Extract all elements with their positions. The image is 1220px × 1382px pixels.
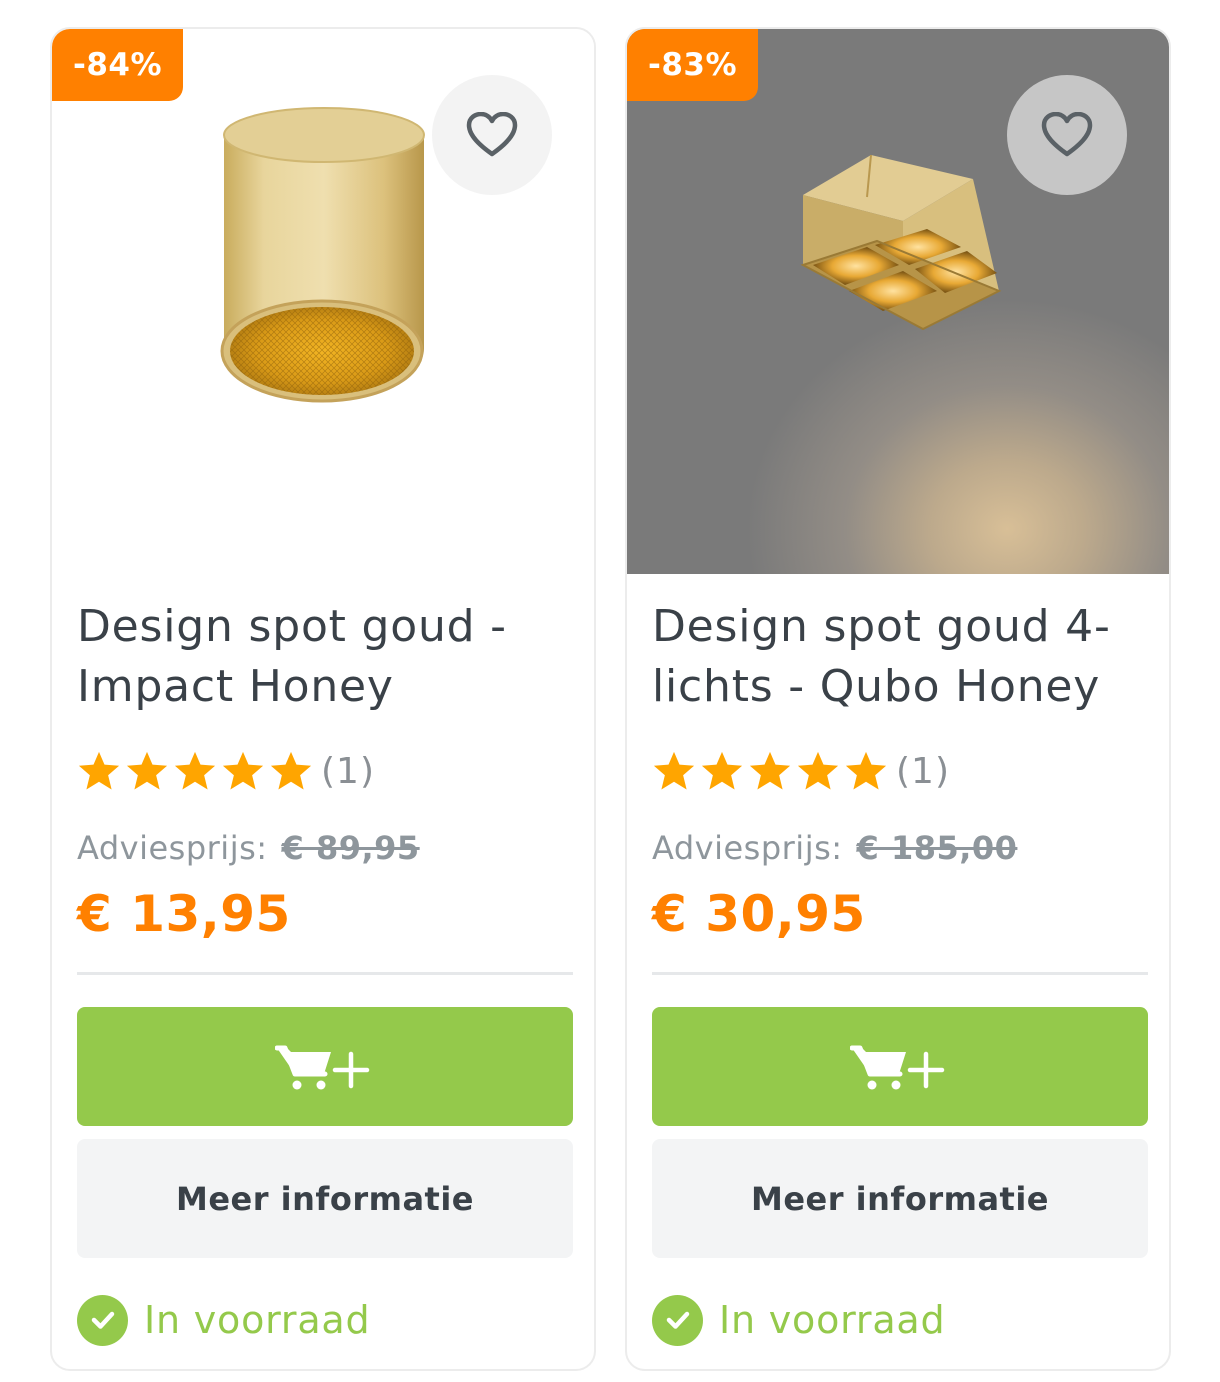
sale-price: € 13,95: [77, 885, 291, 943]
rating[interactable]: (1): [652, 747, 950, 795]
product-card[interactable]: -84% Design spot goud - Impact Honey (1): [50, 27, 596, 1371]
product-title-line: lichts - Qubo Honey: [652, 661, 1101, 712]
advice-price-label: Adviesprijs:: [77, 829, 268, 867]
sale-price: € 30,95: [652, 885, 866, 943]
check-icon: [652, 1294, 703, 1346]
discount-badge: -84%: [52, 29, 183, 101]
more-info-button[interactable]: Meer informatie: [652, 1139, 1148, 1258]
add-to-cart-button[interactable]: [77, 1007, 573, 1126]
star-icon: [653, 751, 695, 790]
star-rating: [652, 750, 888, 792]
product-card[interactable]: -83% Design spot goud 4- lichts - Qubo H…: [625, 27, 1171, 1371]
star-icon: [174, 751, 216, 790]
more-info-button[interactable]: Meer informatie: [77, 1139, 573, 1258]
divider: [652, 972, 1148, 975]
star-icon: [270, 751, 312, 790]
favorite-button[interactable]: [432, 75, 552, 195]
star-icon: [701, 751, 743, 790]
product-title-line: Design spot goud 4-: [652, 601, 1111, 652]
star-icon: [126, 751, 168, 790]
cart-plus-icon: [850, 1045, 945, 1089]
favorite-button[interactable]: [1007, 75, 1127, 195]
advice-price-value: € 89,95: [281, 829, 420, 867]
stock-status: In voorraad: [652, 1294, 945, 1346]
star-rating: [77, 750, 313, 792]
product-image[interactable]: -83%: [627, 29, 1169, 574]
product-image[interactable]: -84%: [52, 29, 594, 574]
review-count: (1): [896, 750, 950, 792]
advice-price: Adviesprijs: € 185,00: [652, 829, 1017, 867]
check-icon: [77, 1294, 128, 1346]
star-icon: [222, 751, 264, 790]
review-count: (1): [321, 750, 375, 792]
product-title-line: Design spot goud -: [77, 601, 507, 652]
rating[interactable]: (1): [77, 747, 375, 795]
heart-icon: [466, 112, 518, 157]
stock-label: In voorraad: [719, 1298, 946, 1342]
stock-label: In voorraad: [144, 1298, 371, 1342]
product-title[interactable]: Design spot goud - Impact Honey: [77, 597, 567, 717]
star-icon: [749, 751, 791, 790]
discount-badge: -83%: [627, 29, 758, 101]
heart-icon: [1041, 112, 1093, 157]
star-icon: [797, 751, 839, 790]
stock-status: In voorraad: [77, 1294, 370, 1346]
add-to-cart-button[interactable]: [652, 1007, 1148, 1126]
product-title[interactable]: Design spot goud 4- lichts - Qubo Honey: [652, 597, 1142, 717]
divider: [77, 972, 573, 975]
advice-price: Adviesprijs: € 89,95: [77, 829, 420, 867]
cart-plus-icon: [275, 1045, 370, 1089]
star-icon: [78, 751, 120, 790]
product-grid: -84% Design spot goud - Impact Honey (1): [0, 0, 1220, 1382]
product-title-line: Impact Honey: [77, 661, 394, 712]
advice-price-label: Adviesprijs:: [652, 829, 843, 867]
advice-price-value: € 185,00: [856, 829, 1018, 867]
star-icon: [845, 751, 887, 790]
